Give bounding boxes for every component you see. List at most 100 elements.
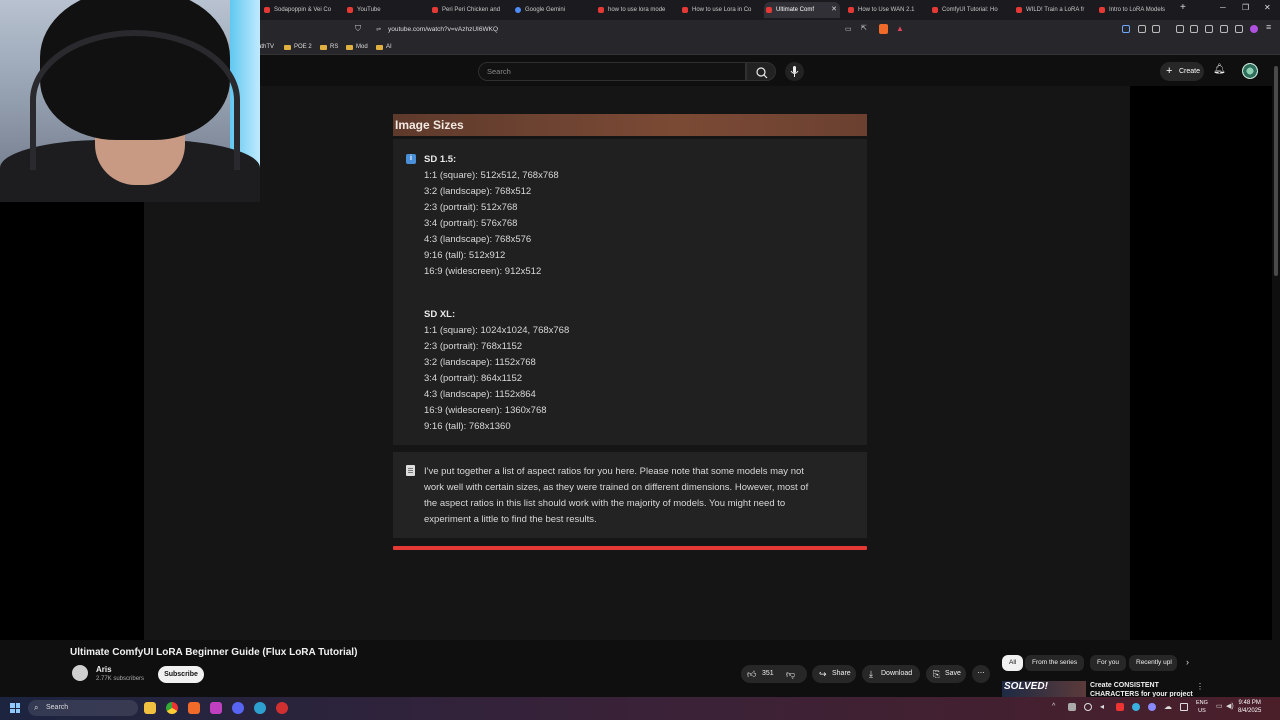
thumbs-up-icon[interactable]: 👍︎ (747, 665, 756, 683)
search-icon (756, 67, 768, 79)
extension-icon[interactable] (1152, 25, 1160, 33)
brave-shield-icon[interactable] (879, 24, 888, 34)
tray-app-icon[interactable] (1180, 703, 1188, 711)
site-info-icon[interactable]: ⇌ (376, 23, 381, 37)
notifications-bell-icon[interactable]: 🔔︎ (1213, 64, 1226, 75)
browser-tab[interactable]: Intro to LoRA Models (1097, 2, 1175, 18)
subscribe-button[interactable]: Subscribe (158, 666, 204, 683)
search-button[interactable] (746, 62, 776, 81)
browser-tab[interactable]: Sodapoppin & Vei Co (262, 2, 340, 18)
language-indicator[interactable]: ENG US (1196, 699, 1208, 715)
chevron-right-icon[interactable]: › (1186, 657, 1189, 667)
save-button[interactable]: ⎘ Save (926, 665, 966, 683)
thumbs-down-icon[interactable]: 👎︎ (786, 665, 795, 683)
brave-icon[interactable] (188, 702, 200, 714)
size-line: 1:1 (square): 1024x1024, 768x768 (424, 325, 570, 336)
browser-tab[interactable]: How to Use WAN 2.1 (846, 2, 924, 18)
youtube-favicon-icon (432, 7, 438, 13)
more-actions-button[interactable]: ⋯ (972, 665, 990, 683)
browser-tab[interactable]: How to use Lora in Co (680, 2, 758, 18)
network-icon[interactable]: ▭ (1216, 702, 1223, 710)
obs-icon[interactable] (276, 702, 288, 714)
minimize-icon[interactable]: ─ (1220, 3, 1226, 12)
browser-tab[interactable]: YouTube (345, 2, 423, 18)
download-button[interactable]: ⤓ Download (862, 665, 920, 683)
cast-icon[interactable]: ▭ (845, 25, 852, 33)
browser-tab[interactable]: Peri Peri Chicken and (430, 2, 508, 18)
app-icon[interactable] (210, 702, 222, 714)
bookmark-folder[interactable]: POE 2 (284, 42, 312, 53)
share-page-icon[interactable]: ⇱ (861, 24, 867, 32)
vpn-icon[interactable] (1235, 25, 1243, 33)
menu-icon[interactable]: ≡ (1266, 22, 1271, 32)
size-line: 1:1 (square): 512x512, 768x768 (424, 170, 559, 181)
brave-rewards-icon[interactable]: ▲ (896, 24, 904, 33)
tray-app-icon[interactable] (1084, 703, 1092, 711)
chip-recently-uploaded[interactable]: Recently upl (1129, 655, 1177, 671)
note-line: experiment a little to find the best res… (424, 514, 597, 525)
browser-tab[interactable]: WILD! Train a LoRA fr (1014, 2, 1092, 18)
browser-tab[interactable]: Google Gemini (513, 2, 591, 18)
webcam-overlay (0, 0, 260, 202)
music-icon[interactable] (1176, 25, 1184, 33)
microphone-icon (790, 66, 799, 77)
channel-avatar[interactable] (72, 665, 88, 681)
taskbar-search[interactable]: ⌕ Search (28, 700, 138, 716)
close-tab-icon[interactable]: ✕ (831, 2, 837, 18)
steam-icon[interactable] (254, 702, 266, 714)
extension-icon[interactable] (1122, 25, 1130, 33)
bookmark-icon[interactable]: ⛉ (355, 24, 361, 34)
subscriber-count: 2.77K subscribers (96, 676, 145, 682)
windows-start-icon[interactable] (10, 703, 20, 713)
bookmark-folder[interactable]: AI (376, 42, 392, 53)
kebab-menu-icon[interactable]: ⋮ (1196, 682, 1204, 691)
browser-tab[interactable]: how to use lora mode (596, 2, 674, 18)
chip-all[interactable]: All (1002, 655, 1024, 671)
share-button[interactable]: ↪ Share (812, 665, 856, 683)
create-button[interactable]: + Create (1160, 62, 1204, 81)
tray-app-icon[interactable] (1148, 703, 1156, 711)
bookmark-folder[interactable]: RS (320, 42, 338, 53)
volume-icon[interactable]: ◀) (1226, 702, 1234, 710)
profile-icon[interactable] (1250, 25, 1258, 33)
close-window-icon[interactable]: ✕ (1264, 3, 1271, 12)
address-bar[interactable]: ⇌ youtube.com/watch?v=vAzhzUI6WKQ (366, 23, 896, 37)
size-line: 16:9 (widescreen): 1360x768 (424, 405, 547, 416)
voice-search-button[interactable] (785, 62, 804, 81)
discord-icon[interactable] (232, 702, 244, 714)
browser-tab-active[interactable]: Ultimate Comf ✕ (764, 2, 840, 18)
video-progress-bar[interactable] (393, 546, 867, 550)
size-line: 2:3 (portrait): 768x1152 (424, 341, 523, 352)
download-icon: ⤓ (869, 669, 873, 679)
chrome-icon[interactable] (166, 702, 178, 714)
leo-icon[interactable] (1220, 25, 1228, 33)
telegram-icon[interactable] (1132, 703, 1140, 711)
tray-app-icon[interactable] (1068, 703, 1076, 711)
file-explorer-icon[interactable] (144, 702, 156, 714)
chip-from-series[interactable]: From the series (1025, 655, 1085, 671)
extension-icon[interactable] (1138, 25, 1146, 33)
clock-time: 9:48 PM (1238, 700, 1261, 706)
tray-app-icon[interactable] (1116, 703, 1124, 711)
browser-tab[interactable]: ComfyUI Tutorial: Ho (930, 2, 1008, 18)
like-count[interactable]: 351 (762, 665, 774, 683)
tray-app-icon[interactable]: ◂ (1100, 702, 1104, 711)
scrollbar-thumb[interactable] (1274, 66, 1278, 276)
folder-icon (320, 45, 327, 50)
wallet-icon[interactable] (1205, 25, 1213, 33)
sidebar-icon[interactable] (1190, 25, 1198, 33)
bookmark-item[interactable]: athTV (258, 42, 274, 53)
new-tab-icon[interactable]: + (1180, 2, 1186, 13)
tray-app-icon[interactable]: ☁ (1164, 702, 1172, 711)
maximize-icon[interactable]: ❐ (1242, 3, 1249, 12)
tray-chevron-icon[interactable]: ^ (1052, 703, 1055, 710)
chip-for-you[interactable]: For you (1090, 655, 1127, 671)
youtube-favicon-icon (766, 7, 772, 13)
avatar[interactable] (1242, 63, 1258, 79)
size-line: 9:16 (tall): 768x1360 (424, 421, 511, 432)
bookmark-folder[interactable]: Mod (346, 42, 368, 53)
search-input[interactable]: Search (478, 62, 746, 81)
channel-name[interactable]: Aris (96, 665, 112, 674)
save-icon: ⎘ (933, 669, 941, 679)
system-clock[interactable]: 9:48 PM 8/4/2025 (1238, 699, 1261, 715)
